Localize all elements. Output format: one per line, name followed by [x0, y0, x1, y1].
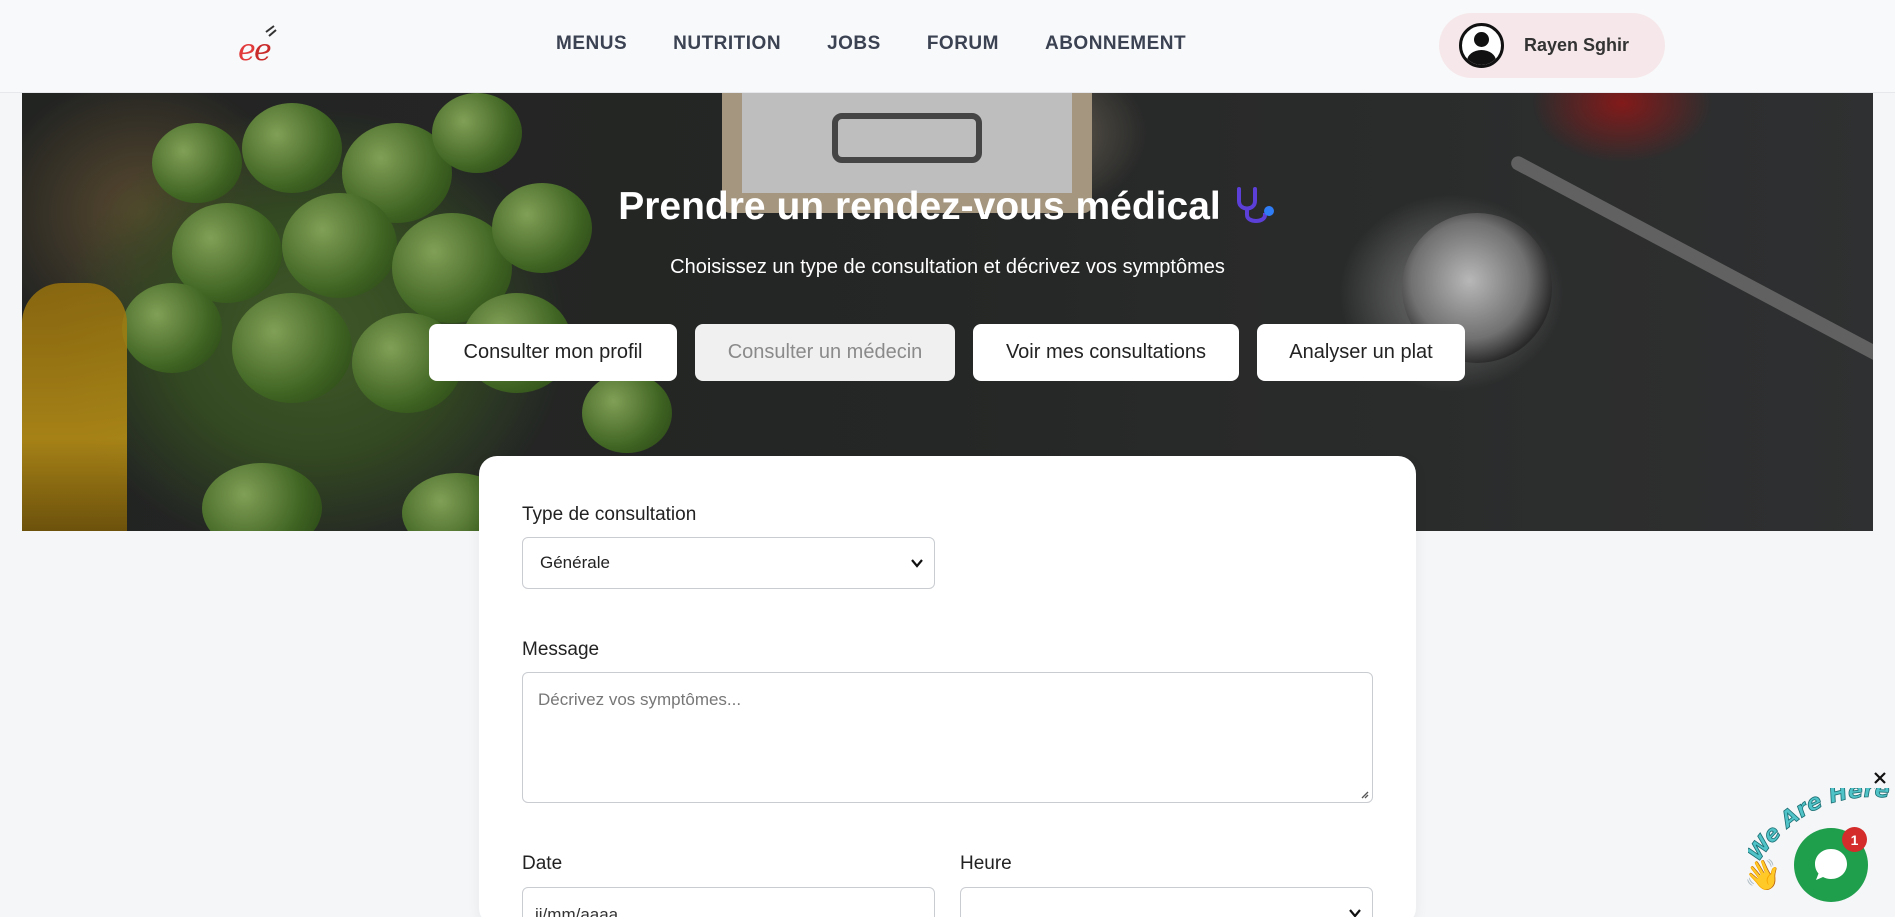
- appointment-form: Type de consultation Générale Message Dé…: [479, 456, 1416, 917]
- waving-hand-icon: 👋: [1744, 859, 1782, 892]
- user-menu[interactable]: Rayen Sghir: [1439, 13, 1665, 78]
- nav-item-menus[interactable]: MENUS: [556, 33, 627, 59]
- message-placeholder: Décrivez vos symptômes...: [538, 690, 742, 709]
- date-input[interactable]: jj/mm/aaaa: [522, 887, 935, 917]
- nav-item-forum[interactable]: FORUM: [927, 33, 999, 59]
- type-label: Type de consultation: [522, 504, 697, 525]
- tab-consulter-medecin[interactable]: Consulter un médecin: [695, 324, 955, 381]
- unread-count-badge: 1: [1842, 827, 1867, 852]
- type-select-value: Générale: [540, 553, 610, 572]
- date-label: Date: [522, 853, 563, 874]
- oil-bottle-image: [22, 283, 127, 531]
- chevron-down-icon: [911, 559, 923, 568]
- stethoscope-icon: [1233, 185, 1277, 225]
- nav-item-nutrition[interactable]: NUTRITION: [673, 33, 781, 59]
- consultation-tabs: Consulter mon profil Consulter un médeci…: [429, 324, 1483, 381]
- tab-consulter-profil[interactable]: Consulter mon profil: [429, 324, 677, 381]
- resize-grip-icon[interactable]: [1359, 789, 1369, 799]
- chat-bubble-icon: [1815, 849, 1847, 880]
- tab-analyser-plat[interactable]: Analyser un plat: [1257, 324, 1465, 381]
- user-name: Rayen Sghir: [1524, 35, 1630, 55]
- chevron-down-icon: [1349, 909, 1361, 917]
- tab-voir-consultations[interactable]: Voir mes consultations: [973, 324, 1239, 381]
- message-label: Message: [522, 639, 600, 660]
- main-nav: MENUS NUTRITION JOBS FORUM ABONNEMENT: [556, 33, 1232, 59]
- nav-item-jobs[interactable]: JOBS: [827, 33, 881, 59]
- type-select[interactable]: Générale: [522, 537, 935, 589]
- time-select[interactable]: [960, 887, 1373, 917]
- page-subtitle: Choisissez un type de consultation et dé…: [670, 256, 1225, 278]
- message-textarea[interactable]: Décrivez vos symptômes...: [522, 672, 1373, 803]
- avatar-icon: [1459, 23, 1504, 68]
- site-logo[interactable]: e e: [236, 24, 280, 68]
- svg-text:e: e: [254, 33, 272, 68]
- nav-item-abonnement[interactable]: ABONNEMENT: [1045, 33, 1186, 59]
- top-header: e e MENUS NUTRITION JOBS FORUM ABONNEMEN…: [0, 0, 1895, 93]
- date-placeholder: jj/mm/aaaa: [535, 905, 619, 917]
- time-label: Heure: [960, 853, 1012, 874]
- page-title: Prendre un rendez-vous médical: [22, 185, 1873, 229]
- close-icon[interactable]: [1872, 770, 1888, 786]
